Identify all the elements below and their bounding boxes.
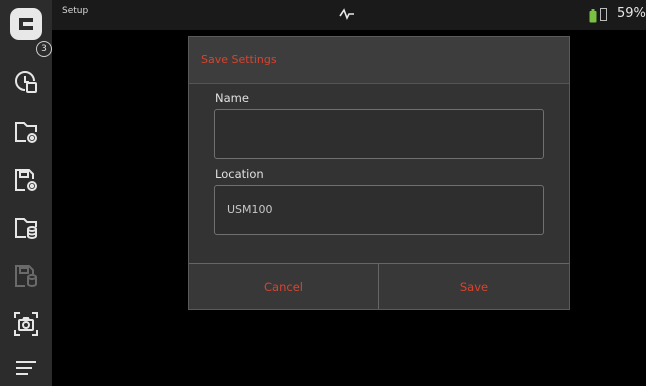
name-field[interactable] xyxy=(214,109,544,159)
folder-database-icon[interactable] xyxy=(12,214,40,242)
battery-outline-icon xyxy=(600,8,607,21)
dialog-title: Save Settings xyxy=(201,53,277,66)
save-settings-dialog: Save Settings Name Location USM100 Cance… xyxy=(188,36,570,310)
cancel-button[interactable]: Cancel xyxy=(189,263,379,309)
battery-icon xyxy=(589,8,597,23)
clock-save-icon[interactable] xyxy=(12,68,40,96)
battery-percent: 59% xyxy=(617,6,646,21)
menu-icon[interactable] xyxy=(12,354,40,382)
app-title: Setup xyxy=(62,6,89,16)
file-settings-icon[interactable] xyxy=(12,166,40,194)
location-label: Location xyxy=(215,167,264,181)
save-button[interactable]: Save xyxy=(379,263,569,309)
name-label: Name xyxy=(215,91,249,105)
folder-settings-icon[interactable] xyxy=(12,118,40,146)
left-sidebar: 3 xyxy=(0,0,52,386)
probe-signal-icon xyxy=(339,6,355,22)
dialog-header: Save Settings xyxy=(189,37,569,84)
app-logo-icon[interactable] xyxy=(9,7,43,41)
status-bar: Setup 59% xyxy=(52,0,646,30)
screenshot-camera-icon[interactable] xyxy=(12,310,40,338)
notification-badge: 3 xyxy=(36,41,52,57)
location-field[interactable]: USM100 xyxy=(214,185,544,235)
file-database-icon xyxy=(12,262,40,290)
